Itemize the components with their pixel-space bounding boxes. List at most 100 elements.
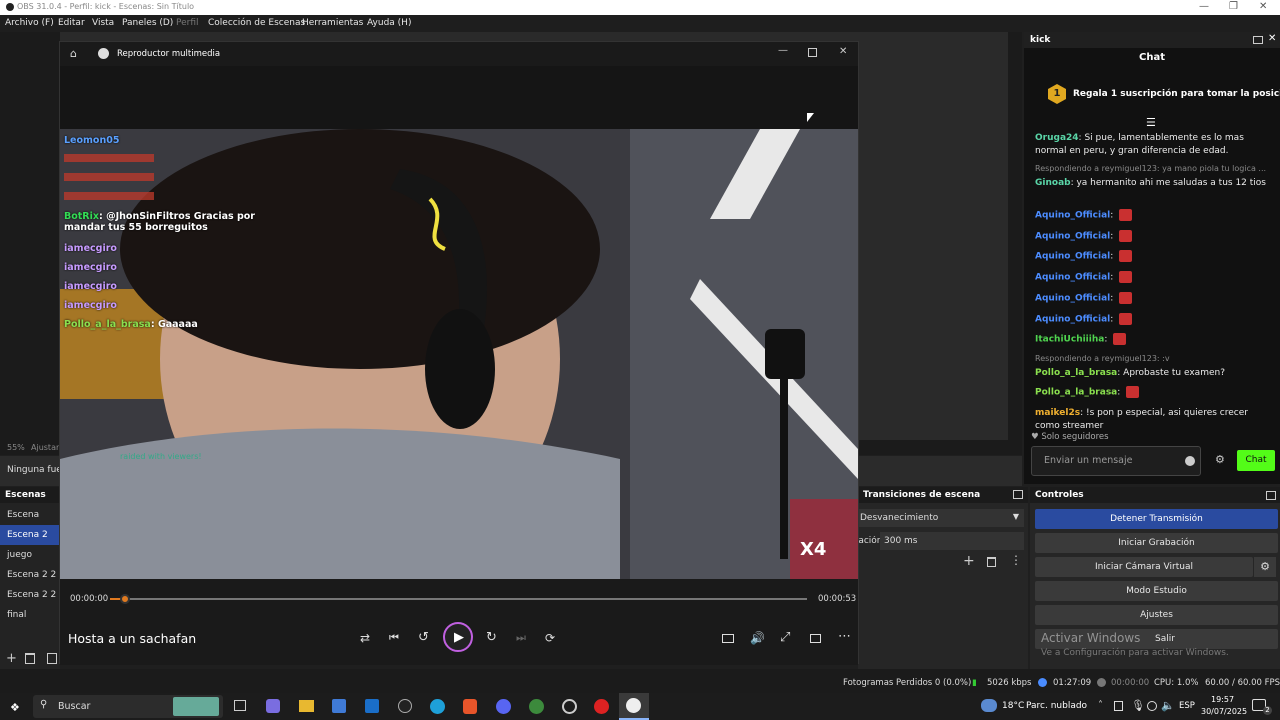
fullscreen-icon[interactable]: ⤢ bbox=[780, 630, 790, 645]
microphone-icon[interactable]: 🎙 bbox=[1131, 699, 1145, 712]
media-player-taskbar-button[interactable] bbox=[619, 693, 649, 720]
menu-paneles[interactable]: Paneles (D) bbox=[122, 18, 173, 28]
settings-button[interactable]: Ajustes bbox=[1035, 605, 1278, 625]
virtual-camera-settings-gear-icon[interactable]: ⚙ bbox=[1254, 557, 1276, 577]
rewind-10-icon[interactable]: ↺ bbox=[418, 630, 429, 645]
speaker-icon[interactable]: 🔈 bbox=[1161, 699, 1175, 712]
menu-coleccion[interactable]: Colección de Escenas bbox=[208, 18, 305, 28]
seek-bar[interactable] bbox=[110, 594, 807, 604]
chat-message[interactable]: Pollo_a_la_brasa: bbox=[1035, 385, 1270, 400]
start-recording-button[interactable]: Iniciar Grabación bbox=[1035, 533, 1278, 553]
video-frame[interactable]: Leomon05 BotRix: @JhonSinFiltros Gracias … bbox=[60, 129, 858, 579]
chat-message[interactable]: Aquino_Official: bbox=[1035, 229, 1270, 244]
subtitles-icon[interactable] bbox=[722, 634, 734, 643]
chat-username[interactable]: Aquino_Official bbox=[1035, 211, 1110, 221]
copilot-icon[interactable] bbox=[266, 699, 280, 713]
volume-icon[interactable]: 🔊 bbox=[750, 631, 765, 645]
chat-message[interactable]: Oruga24: Si pue, lamentablemente es lo m… bbox=[1035, 132, 1270, 158]
transition-type-select[interactable]: Desvanecimiento ▼ bbox=[858, 509, 1024, 527]
menu-perfil[interactable]: Perfil bbox=[176, 18, 199, 28]
duration-spinbox[interactable]: 300 ms bbox=[880, 532, 1024, 550]
home-icon[interactable]: ⌂ bbox=[70, 47, 77, 60]
recorder-icon[interactable] bbox=[594, 699, 609, 714]
chat-username[interactable]: ItachiUchiiiha bbox=[1035, 335, 1104, 345]
scene-item[interactable]: Escena 2 2 bbox=[0, 565, 60, 585]
repeat-icon[interactable]: ⟳ bbox=[545, 631, 555, 645]
menu-ayuda[interactable]: Ayuda (H) bbox=[367, 18, 411, 28]
more-options-icon[interactable]: ⋮ bbox=[1010, 553, 1022, 567]
chat-username[interactable]: maikel2s bbox=[1035, 408, 1080, 418]
obs-taskbar-icon[interactable] bbox=[398, 699, 412, 713]
menu-editar[interactable]: Editar bbox=[58, 18, 85, 28]
emoji-icon[interactable] bbox=[1185, 456, 1195, 466]
store-icon[interactable] bbox=[332, 699, 346, 713]
chat-message[interactable]: maikel2s: !s pon p especial, asi quieres… bbox=[1035, 407, 1270, 433]
outlook-icon[interactable] bbox=[365, 699, 379, 713]
chat-message[interactable]: Ginoab: ya hermanito ahi me saludas a tu… bbox=[1035, 177, 1270, 190]
chat-username[interactable]: Aquino_Official bbox=[1035, 314, 1110, 324]
more-icon[interactable]: ⋯ bbox=[838, 629, 851, 644]
chat-username[interactable]: Ginoab bbox=[1035, 178, 1071, 188]
chat-message[interactable]: Aquino_Official: bbox=[1035, 271, 1270, 285]
stop-stream-button[interactable]: Detener Transmisión bbox=[1035, 509, 1278, 529]
scene-item[interactable]: juego bbox=[0, 545, 60, 565]
scene-item-selected[interactable]: Escena 2 bbox=[0, 525, 60, 545]
studio-mode-button[interactable]: Modo Estudio bbox=[1035, 581, 1278, 601]
close-icon[interactable]: ✕ bbox=[1259, 1, 1267, 12]
app-icon[interactable] bbox=[562, 699, 577, 714]
scene-filters-icon[interactable] bbox=[47, 653, 57, 664]
shuffle-icon[interactable]: ⇄ bbox=[360, 631, 370, 645]
taskbar-search[interactable]: ⚲ Buscar bbox=[33, 695, 223, 718]
zoom-level[interactable]: 55% bbox=[7, 443, 25, 452]
chat-settings-gear-icon[interactable]: ⚙ bbox=[1215, 453, 1225, 466]
minimize-icon[interactable]: — bbox=[778, 45, 788, 56]
discord-icon[interactable] bbox=[496, 699, 511, 714]
chat-message[interactable]: Aquino_Official: bbox=[1035, 291, 1270, 306]
edge-icon[interactable] bbox=[430, 699, 445, 714]
send-chat-button[interactable]: Chat bbox=[1237, 450, 1275, 471]
menu-herramientas[interactable]: Herramientas bbox=[302, 18, 363, 28]
chat-username[interactable]: Aquino_Official bbox=[1035, 273, 1110, 283]
undock-icon[interactable] bbox=[1266, 491, 1276, 500]
tray-chevron-icon[interactable]: ˄ bbox=[1098, 700, 1103, 711]
menu-vista[interactable]: Vista bbox=[92, 18, 114, 28]
next-icon[interactable]: ⏭ bbox=[516, 631, 526, 645]
remove-transition-icon[interactable] bbox=[987, 557, 996, 567]
tray-app-icon-2[interactable] bbox=[1147, 701, 1157, 711]
scene-item[interactable]: Escena bbox=[0, 505, 60, 525]
chat-username[interactable]: Pollo_a_la_brasa bbox=[1035, 368, 1117, 378]
keyboard-language[interactable]: ESP bbox=[1179, 701, 1195, 711]
restore-icon[interactable]: ❐ bbox=[1229, 1, 1238, 12]
scene-item[interactable]: final bbox=[0, 605, 60, 625]
chat-username[interactable]: Aquino_Official bbox=[1035, 252, 1110, 262]
seek-thumb[interactable] bbox=[119, 594, 130, 604]
zoom-fit[interactable]: Ajustar bbox=[31, 443, 59, 452]
chat-message[interactable]: Pollo_a_la_brasa: Aprobaste tu examen? bbox=[1035, 367, 1270, 380]
close-icon[interactable]: ✕ bbox=[839, 46, 847, 57]
play-button[interactable]: ▶ bbox=[443, 622, 473, 652]
clock-time[interactable]: 19:57 bbox=[1211, 695, 1234, 704]
chat-message[interactable]: Aquino_Official: bbox=[1035, 250, 1270, 264]
maximize-icon[interactable] bbox=[808, 48, 817, 57]
previous-icon[interactable]: ⏮ bbox=[389, 631, 399, 645]
clock-date[interactable]: 30/07/2025 bbox=[1201, 707, 1247, 716]
menu-archivo[interactable]: Archivo (F) bbox=[5, 18, 54, 28]
gift-sub-promo[interactable]: 1 Regala 1 suscripción para tomar la pos… bbox=[1024, 82, 1280, 108]
tray-app-icon[interactable] bbox=[1114, 701, 1123, 711]
task-view-icon[interactable] bbox=[234, 700, 246, 711]
chat-username[interactable]: Pollo_a_la_brasa bbox=[1035, 387, 1117, 397]
chat-username[interactable]: Oruga24 bbox=[1035, 133, 1079, 143]
brave-icon[interactable] bbox=[463, 699, 477, 714]
mini-player-icon[interactable] bbox=[810, 634, 821, 643]
scene-item[interactable]: Escena 2 2 2 bbox=[0, 585, 60, 605]
chat-message[interactable]: ItachiUchiiiha: bbox=[1035, 333, 1270, 347]
remove-scene-icon[interactable] bbox=[25, 653, 35, 664]
chat-message[interactable]: Aquino_Official: bbox=[1035, 209, 1270, 223]
chat-username[interactable]: Aquino_Official bbox=[1035, 293, 1110, 303]
chat-message[interactable]: Aquino_Official: bbox=[1035, 312, 1270, 327]
file-explorer-icon[interactable] bbox=[299, 700, 314, 712]
chrome-icon[interactable] bbox=[529, 699, 544, 714]
chat-message-input[interactable]: Enviar un mensaje bbox=[1031, 446, 1201, 476]
undock-icon[interactable] bbox=[1013, 490, 1023, 499]
undock-icon[interactable] bbox=[1253, 36, 1263, 44]
